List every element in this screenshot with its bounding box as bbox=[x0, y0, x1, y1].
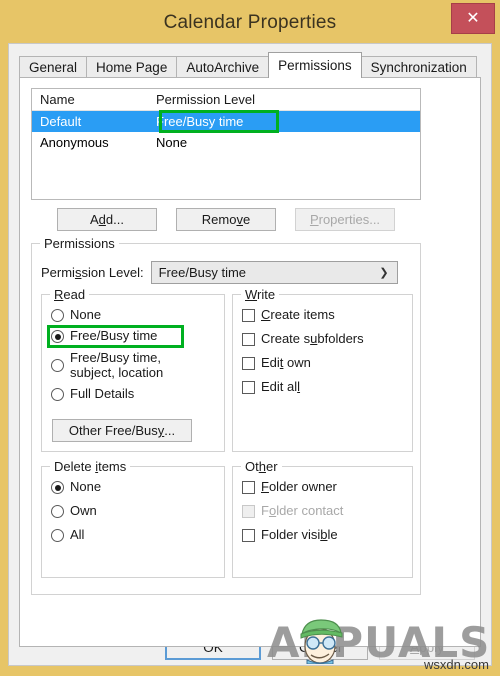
radio-icon bbox=[51, 388, 64, 401]
radio-delete-own[interactable]: Own bbox=[51, 503, 224, 518]
table-row[interactable]: Anonymous None bbox=[32, 132, 420, 153]
dialog-body: General Home Page AutoArchive Permission… bbox=[8, 43, 492, 667]
permission-level-row: Permission Level: Free/Busy time ❯ bbox=[41, 261, 398, 284]
list-header: Name Permission Level bbox=[32, 89, 420, 111]
radio-read-free-busy-time[interactable]: Free/Busy time bbox=[51, 328, 224, 343]
calendar-properties-window: Calendar Properties ✕ General Home Page … bbox=[0, 0, 500, 676]
add-button[interactable]: Ad d... bbox=[57, 208, 157, 231]
permission-list[interactable]: Name Permission Level Default Free/Busy … bbox=[31, 88, 421, 200]
tab-permissions[interactable]: Permissions bbox=[268, 52, 362, 78]
close-icon[interactable]: ✕ bbox=[451, 3, 495, 34]
checkbox-create-subfolders[interactable]: Create subfolders bbox=[242, 331, 412, 346]
permission-level-value: Free/Busy time bbox=[158, 265, 247, 280]
radio-icon bbox=[51, 505, 64, 518]
table-row[interactable]: Default Free/Busy time bbox=[32, 111, 420, 132]
radio-read-none[interactable]: None bbox=[51, 307, 224, 322]
read-group: Read None Free/Busy time Free/Busy time,… bbox=[41, 287, 225, 452]
checkbox-icon bbox=[242, 357, 255, 370]
row-permission-level: Free/Busy time bbox=[156, 114, 244, 129]
write-group: Write Create items Create subfolders Edi… bbox=[232, 287, 413, 452]
remove-button[interactable]: Remo v e bbox=[176, 208, 276, 231]
checkbox-edit-own[interactable]: Edit own bbox=[242, 355, 412, 370]
list-action-buttons: Ad d... Remo v e Properties... bbox=[31, 208, 421, 231]
permissions-group-legend: Permissions bbox=[40, 236, 119, 251]
delete-items-group-legend: Delete items bbox=[50, 459, 131, 474]
other-group: Other Folder owner Folder contact Folder… bbox=[232, 459, 413, 578]
radio-icon bbox=[51, 359, 64, 372]
site-watermark: wsxdn.com bbox=[423, 657, 489, 672]
column-header-name: Name bbox=[40, 92, 75, 107]
other-group-legend: Other bbox=[241, 459, 282, 474]
delete-items-group: Delete items None Own All bbox=[41, 459, 225, 578]
checkbox-icon-disabled bbox=[242, 505, 255, 518]
read-group-legend: Read bbox=[50, 287, 90, 302]
column-header-permission-level: Permission Level bbox=[156, 92, 255, 107]
checkbox-edit-all[interactable]: Edit all bbox=[242, 379, 412, 394]
tab-autoarchive[interactable]: AutoArchive bbox=[176, 56, 270, 78]
tab-strip: General Home Page AutoArchive Permission… bbox=[19, 52, 491, 78]
radio-icon-selected bbox=[51, 330, 64, 343]
checkbox-icon bbox=[242, 333, 255, 346]
radio-delete-none[interactable]: None bbox=[51, 479, 224, 494]
row-name: Default bbox=[40, 114, 82, 129]
permission-level-label: Permission Level: bbox=[41, 265, 144, 280]
checkbox-icon bbox=[242, 309, 255, 322]
checkbox-folder-owner[interactable]: Folder owner bbox=[242, 479, 412, 494]
chevron-down-icon[interactable]: ❯ bbox=[379, 262, 388, 283]
radio-icon bbox=[51, 529, 64, 542]
tab-synchronization[interactable]: Synchronization bbox=[360, 56, 477, 78]
other-free-busy-button[interactable]: Other Free/Bus y... bbox=[52, 419, 192, 442]
radio-read-full-details[interactable]: Full Details bbox=[51, 386, 224, 401]
window-title: Calendar Properties bbox=[163, 12, 337, 33]
row-permission-level: None bbox=[156, 135, 188, 150]
checkbox-icon bbox=[242, 481, 255, 494]
permissions-tab-panel: Name Permission Level Default Free/Busy … bbox=[19, 77, 481, 647]
permission-level-select[interactable]: Free/Busy time ❯ bbox=[150, 261, 398, 284]
radio-icon bbox=[51, 309, 64, 322]
checkbox-icon bbox=[242, 529, 255, 542]
tab-general[interactable]: General bbox=[19, 56, 88, 78]
checkbox-folder-contact: Folder contact bbox=[242, 503, 412, 518]
radio-delete-all[interactable]: All bbox=[51, 527, 224, 542]
tab-home-page[interactable]: Home Page bbox=[86, 56, 178, 78]
checkbox-icon bbox=[242, 381, 255, 394]
checkbox-folder-visible[interactable]: Folder visible bbox=[242, 527, 412, 542]
radio-read-free-busy-subject-location[interactable]: Free/Busy time, subject, location bbox=[51, 350, 224, 380]
checkbox-create-items[interactable]: Create items bbox=[242, 307, 412, 322]
radio-icon-selected bbox=[51, 481, 64, 494]
row-name: Anonymous bbox=[40, 135, 109, 150]
permissions-group: Permissions Permission Level: Free/Busy … bbox=[31, 236, 421, 595]
write-group-legend: Write bbox=[241, 287, 280, 302]
titlebar: Calendar Properties ✕ bbox=[3, 3, 497, 43]
properties-button: Properties... bbox=[295, 208, 395, 231]
